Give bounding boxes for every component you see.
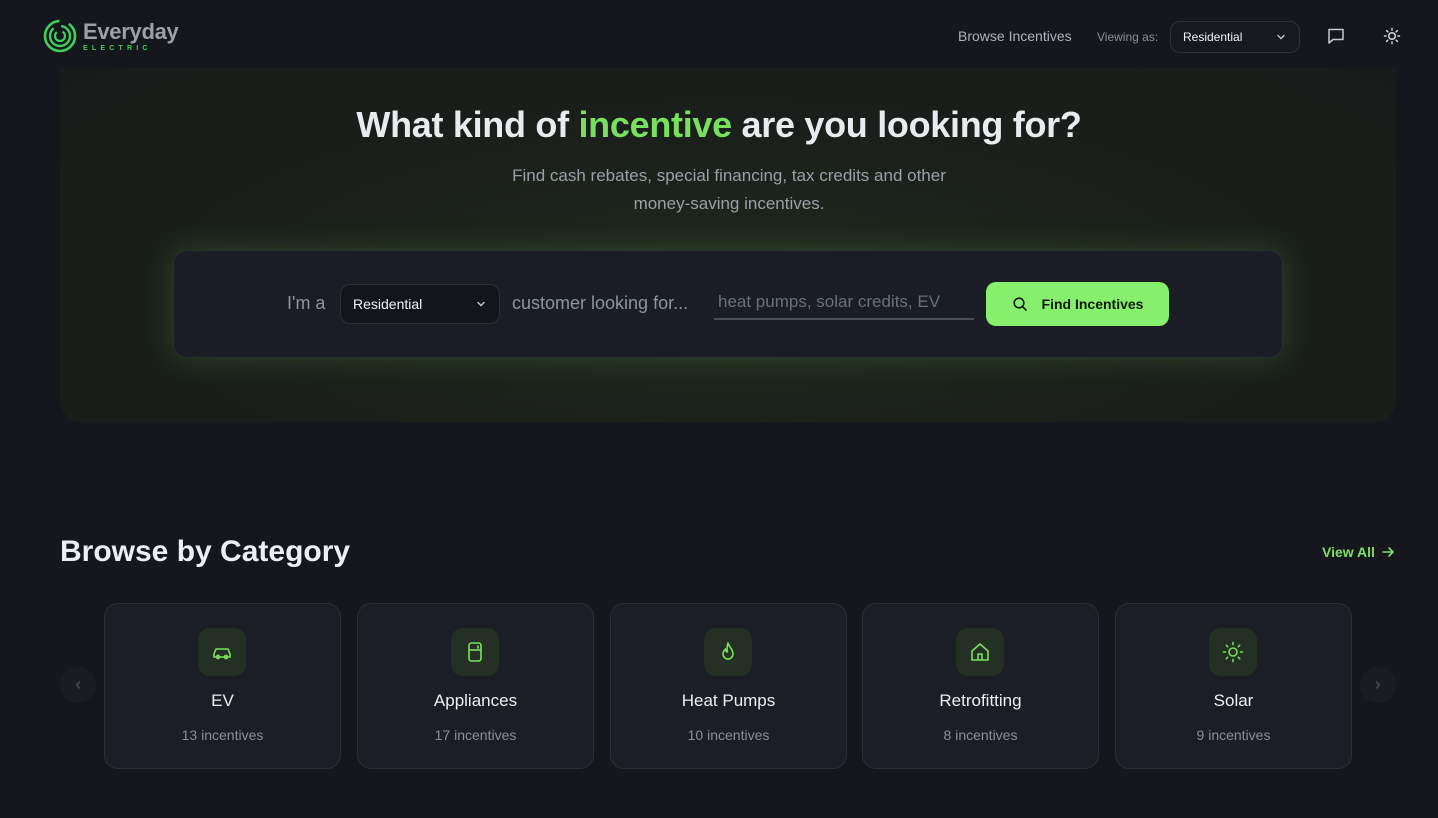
customer-type-select[interactable]: Residential [340,284,500,324]
category-count: 9 incentives [1196,727,1271,743]
theme-toggle-button[interactable] [1382,26,1402,46]
viewing-as-value: Residential [1183,30,1243,44]
chevron-left-icon [75,681,81,689]
chevron-down-icon [1277,34,1285,40]
category-card-appliances[interactable]: Appliances 17 incentives [357,603,594,769]
flame-icon [722,642,734,660]
sun-icon [1383,27,1401,45]
category-name: EV [211,691,234,710]
chevron-right-icon [1375,681,1381,689]
search-icon [1012,297,1027,311]
find-incentives-label: Find Incentives [1041,296,1144,312]
category-count: 13 incentives [181,727,264,743]
hero-title: What kind of incentive are you looking f… [356,104,1082,145]
customer-type-value: Residential [353,296,423,312]
brand-name: Everyday [83,18,179,44]
brand-subtitle: ELECTRIC [83,44,152,52]
car-icon [213,648,231,660]
carousel-next-button[interactable] [1360,667,1396,703]
find-incentives-button[interactable]: Find Incentives [986,282,1169,326]
category-card-retrofitting[interactable]: Retrofitting 8 incentives [862,603,1099,769]
category-count: 8 incentives [943,727,1018,743]
search-prefix: I'm a [287,293,326,313]
brand-logo[interactable]: Everyday ELECTRIC [43,18,179,53]
fridge-icon [468,642,482,662]
search-input[interactable] [714,286,974,320]
category-count: 10 incentives [687,727,770,743]
sun-icon [1222,641,1244,663]
message-icon [1328,28,1344,44]
nav-browse-incentives[interactable]: Browse Incentives [958,28,1072,44]
search-middle-text: customer looking for... [512,293,689,313]
category-name: Heat Pumps [681,691,776,710]
site-header: Everyday ELECTRIC Browse Incentives View… [0,0,1438,72]
category-card-solar[interactable]: Solar 9 incentives [1115,603,1352,769]
category-card-ev[interactable]: EV 13 incentives [104,603,341,769]
category-count: 17 incentives [434,727,517,743]
hero-title-accent: incentive [578,104,732,145]
category-card-heat-pumps[interactable]: Heat Pumps 10 incentives [610,603,847,769]
view-all-label: View All [1322,544,1375,560]
house-icon [971,643,989,661]
chevron-down-icon [477,301,485,307]
viewing-as-select[interactable]: Residential [1170,21,1300,53]
carousel-prev-button[interactable] [60,667,96,703]
view-all-link[interactable]: View All [1322,544,1395,560]
category-name: Appliances [433,691,518,710]
category-name: Solar [1213,691,1254,710]
hero-subtitle: Find cash rebates, special financing, ta… [512,166,946,213]
browse-title: Browse by Category [60,535,351,568]
logo-mark-icon [43,19,77,53]
arrow-right-icon [1382,547,1394,557]
viewing-as-label: Viewing as: [1097,30,1159,44]
category-name: Retrofitting [939,691,1022,710]
chat-button[interactable] [1326,26,1346,46]
